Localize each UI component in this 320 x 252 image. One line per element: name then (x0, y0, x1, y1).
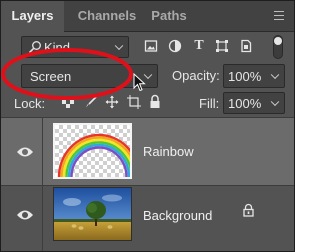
layer-thumbnail-background (53, 187, 132, 241)
tab-channels[interactable]: Channels (72, 1, 142, 31)
visibility-divider (42, 118, 43, 185)
chevron-down-icon (270, 97, 280, 107)
filter-kind-select[interactable]: Kind (21, 36, 129, 58)
mouse-cursor-icon (133, 72, 147, 93)
lock-artboard-icon[interactable] (127, 95, 141, 109)
lock-icon (243, 203, 254, 217)
fill-value: 100% (228, 96, 262, 111)
opacity-value: 100% (228, 69, 262, 84)
layer-thumbnail-rainbow (53, 123, 132, 179)
chevron-down-icon (114, 41, 124, 51)
layer-row-background[interactable]: Background (1, 186, 294, 251)
chevron-down-icon (270, 70, 280, 80)
eye-icon[interactable] (10, 142, 40, 162)
lock-all-icon[interactable] (149, 94, 161, 109)
filter-type-icon[interactable]: T (192, 39, 206, 53)
filter-adjustment-icon[interactable] (168, 39, 182, 53)
filter-pixel-icon[interactable] (144, 39, 158, 53)
visibility-divider (42, 186, 43, 251)
panel-menu-icon[interactable] (274, 11, 284, 20)
lock-transparent-icon[interactable] (61, 95, 75, 109)
layer-name-rainbow[interactable]: Rainbow (143, 144, 194, 159)
layer-name-background[interactable]: Background (143, 208, 212, 223)
tab-paths[interactable]: Paths (144, 1, 194, 31)
search-icon (28, 40, 42, 54)
opacity-label: Opacity: (172, 68, 220, 83)
tab-layers[interactable]: Layers (1, 1, 64, 32)
blend-mode-value: Screen (30, 69, 72, 84)
fill-field[interactable]: 100% (223, 92, 285, 114)
fill-label: Fill: (199, 96, 220, 111)
layers-panel: Layers Channels Paths Kind T Screen Opac… (0, 0, 295, 252)
filter-toggle-icon[interactable] (273, 35, 283, 59)
lock-paint-icon[interactable] (84, 95, 98, 109)
filter-smart-object-icon[interactable] (239, 39, 253, 53)
filter-shape-icon[interactable] (215, 39, 229, 53)
layer-row-rainbow[interactable]: Rainbow (1, 118, 294, 185)
filter-kind-label: Kind (44, 40, 71, 55)
panel-tab-bar: Layers Channels Paths (1, 1, 294, 32)
opacity-field[interactable]: 100% (223, 64, 285, 88)
lock-label: Lock: (14, 96, 46, 111)
lock-position-icon[interactable] (105, 95, 119, 109)
eye-icon[interactable] (10, 205, 40, 225)
